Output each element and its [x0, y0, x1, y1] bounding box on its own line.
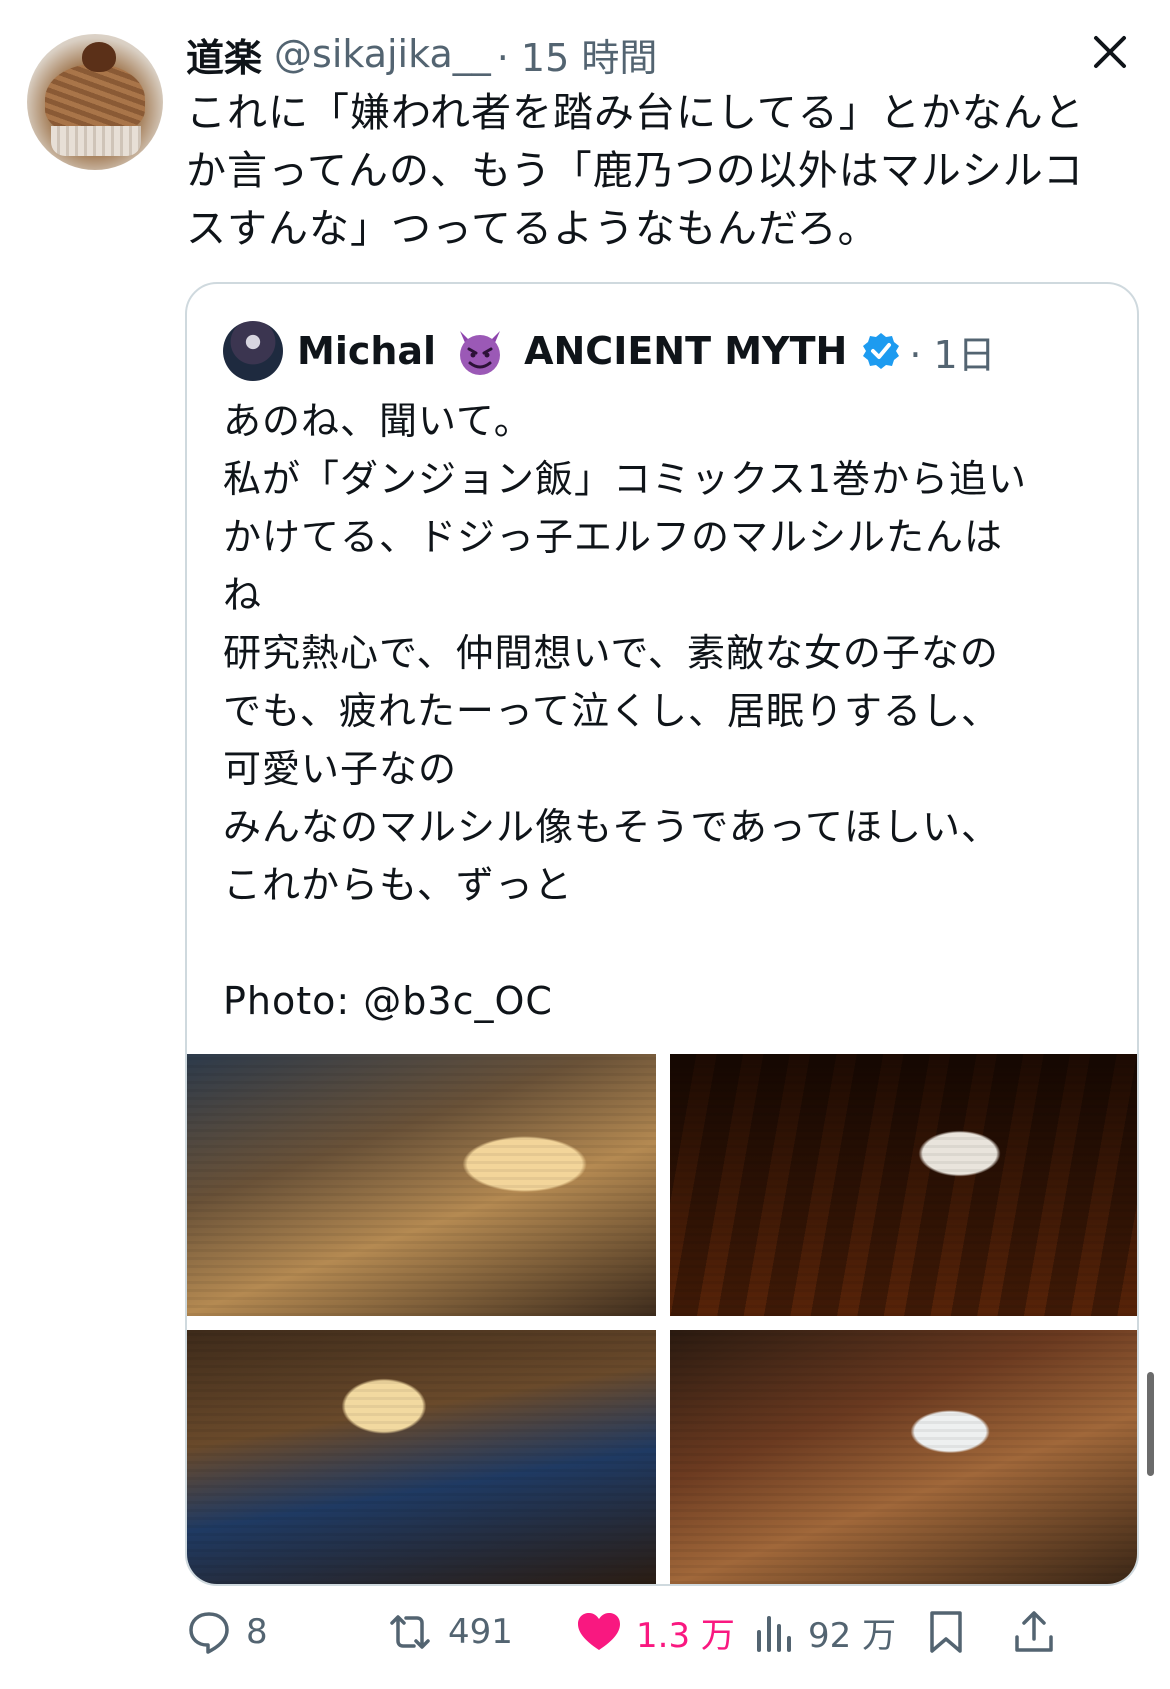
scrollbar[interactable]: [1147, 1372, 1154, 1476]
quoted-author-name[interactable]: Michal: [297, 329, 436, 373]
author-handle[interactable]: @sikajika__: [274, 32, 491, 76]
photo-3-texture: [187, 1330, 656, 1584]
avatar-chestnut: [82, 42, 116, 72]
photo-4-texture: [670, 1330, 1137, 1584]
reply-button[interactable]: 8: [186, 1600, 268, 1664]
quoted-tweet-time[interactable]: · 1日: [909, 324, 995, 379]
photo-1[interactable]: [187, 1054, 656, 1316]
views-icon: [757, 1616, 791, 1652]
photo-4[interactable]: [670, 1330, 1137, 1584]
author-avatar[interactable]: [27, 34, 163, 170]
photo-2[interactable]: [670, 1054, 1137, 1316]
bookmark-icon: [930, 1611, 962, 1653]
share-button[interactable]: [1012, 1600, 1070, 1664]
tweet-time[interactable]: · 15 時間: [497, 27, 658, 82]
photo-3[interactable]: [187, 1330, 656, 1584]
photo-1-texture: [187, 1054, 656, 1316]
retweet-icon: [390, 1615, 430, 1649]
views-count: 92 万: [808, 1615, 897, 1656]
verified-badge-icon: [863, 333, 900, 369]
reply-count: 8: [246, 1612, 268, 1652]
quoted-author-avatar[interactable]: [223, 321, 283, 381]
views-button[interactable]: 92 万: [754, 1600, 896, 1664]
quoted-tweet-text: あのね、聞いて。 私が「ダンジョン飯」コミックス1巻から追い かけてる、ドジっ子…: [223, 399, 1028, 1023]
like-count: 1.3 万: [636, 1615, 735, 1656]
quoted-tweet-card[interactable]: Michal ANCIENT MYTH · 1日 あのね、聞いて。 私が「ダンジ…: [185, 282, 1139, 1586]
devil-emoji-icon: [460, 331, 501, 375]
tweet-header: 道楽 @sikajika__ · 15 時間: [186, 26, 657, 82]
quoted-author-suffix[interactable]: ANCIENT MYTH: [524, 329, 847, 373]
like-button[interactable]: 1.3 万: [576, 1600, 735, 1664]
photo-2-texture: [670, 1054, 1137, 1316]
reply-icon: [189, 1612, 229, 1654]
bookmark-button[interactable]: [926, 1600, 980, 1664]
retweet-count: 491: [448, 1612, 513, 1652]
avatar-cake-cup: [51, 126, 141, 156]
action-bar: 8 491 1.3 万 92 万: [186, 1600, 1136, 1664]
quoted-tweet-header: Michal ANCIENT MYTH · 1日: [223, 320, 996, 382]
author-name[interactable]: 道楽: [186, 27, 262, 82]
share-icon: [1015, 1611, 1053, 1652]
close-icon[interactable]: [1088, 30, 1132, 74]
tweet-text: これに「嫌われ者を踏み台にしてる」とかなんと か言ってんの、もう「鹿乃つの以外は…: [186, 90, 1085, 252]
retweet-button[interactable]: 491: [386, 1600, 513, 1664]
like-heart-icon: [578, 1613, 620, 1650]
avatar-mont-blanc-cake: [45, 64, 145, 134]
